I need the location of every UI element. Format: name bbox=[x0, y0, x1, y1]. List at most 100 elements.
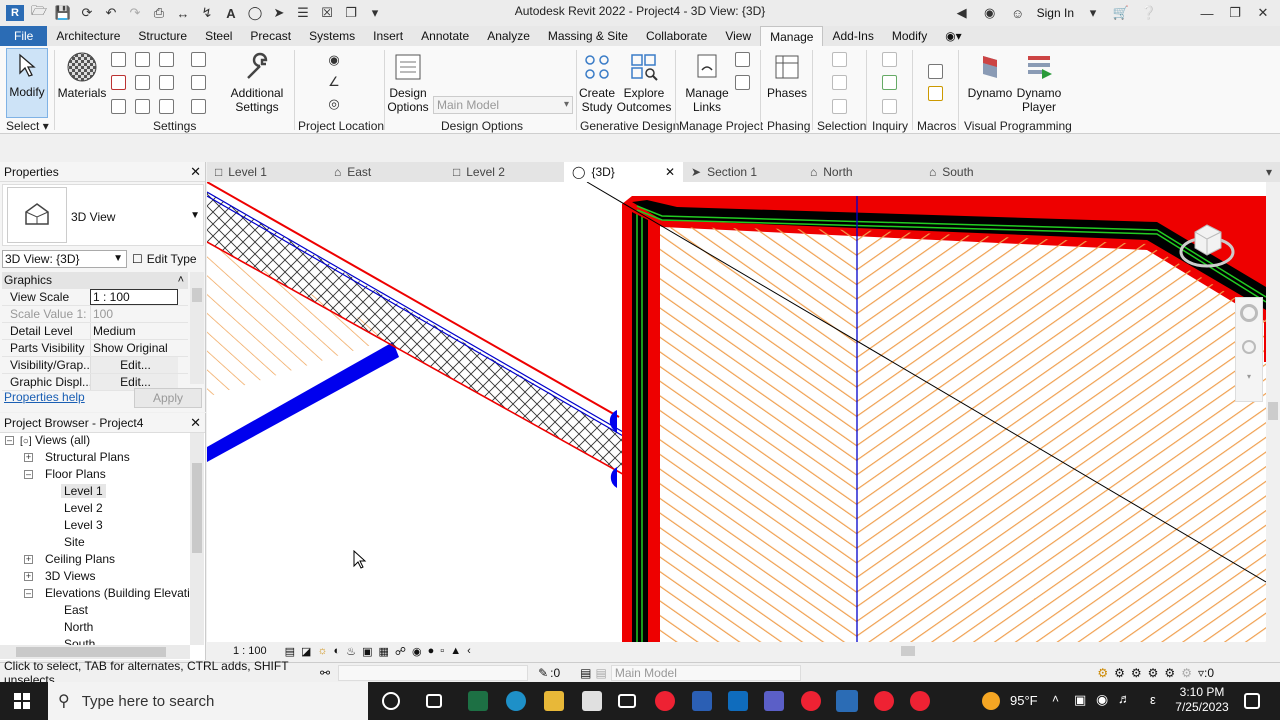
edit-selection-icon[interactable] bbox=[832, 99, 847, 114]
create-study-button[interactable]: Create Study bbox=[577, 50, 617, 114]
canvas-vscroll[interactable] bbox=[1266, 182, 1280, 642]
temp-hide-icon[interactable]: ◉ bbox=[412, 645, 422, 658]
chevron-left-icon[interactable]: ‹ bbox=[467, 645, 471, 657]
view-tab-section-1[interactable]: ➤ Section 1 bbox=[683, 162, 802, 182]
chrome-2-icon[interactable] bbox=[801, 691, 821, 711]
detail-level-icon[interactable]: ▤ bbox=[285, 645, 295, 658]
measure-icon[interactable]: ↔ bbox=[174, 5, 192, 21]
tab-add-ins[interactable]: Add-Ins bbox=[823, 26, 882, 46]
tree-level-3[interactable]: Level 3 bbox=[64, 518, 103, 532]
switch-windows-icon[interactable]: ❐ bbox=[342, 5, 360, 21]
tree-ceiling-plans[interactable]: Ceiling Plans bbox=[45, 552, 115, 566]
canvas-hscroll[interactable] bbox=[567, 644, 1252, 658]
tab-manage[interactable]: Manage bbox=[760, 26, 824, 46]
transfer-standards-icon[interactable] bbox=[135, 75, 150, 90]
expand-toggle[interactable]: + bbox=[24, 572, 33, 581]
tab-systems[interactable]: Systems bbox=[300, 26, 364, 46]
properties-help-link[interactable]: Properties help bbox=[4, 390, 85, 404]
scroll-thumb[interactable] bbox=[192, 463, 202, 553]
shared-parameters-icon[interactable] bbox=[159, 52, 174, 67]
phases-button[interactable]: Phases bbox=[766, 50, 808, 100]
workset-dropdown[interactable] bbox=[338, 664, 529, 681]
network-icon[interactable]: ▣ bbox=[1074, 692, 1086, 708]
windows-start-icon[interactable] bbox=[14, 693, 30, 709]
collapse-toggle[interactable]: – bbox=[24, 589, 33, 598]
location-icon[interactable]: ◉ bbox=[325, 52, 343, 68]
tab-structure[interactable]: Structure bbox=[129, 26, 196, 46]
view-tab-south[interactable]: ⌂ South bbox=[921, 162, 1040, 182]
main-model-status-icon[interactable]: ▤ bbox=[595, 666, 606, 680]
select-pinned-icon[interactable]: ⚙ bbox=[1131, 666, 1142, 680]
close-icon[interactable]: ✕ bbox=[1254, 5, 1272, 21]
tab-list-dropdown-icon[interactable]: ▾ bbox=[1258, 162, 1280, 182]
project-info-icon[interactable] bbox=[111, 52, 126, 67]
zoom-icon[interactable] bbox=[1242, 340, 1256, 354]
tree-structural-plans[interactable]: Structural Plans bbox=[45, 450, 130, 464]
save-icon[interactable]: 💾 bbox=[54, 5, 72, 21]
starting-view-icon[interactable] bbox=[735, 75, 750, 90]
object-styles-icon[interactable] bbox=[111, 99, 126, 114]
excel-icon[interactable] bbox=[468, 691, 488, 711]
background-processes-icon[interactable]: ⚙ bbox=[1181, 666, 1192, 680]
revit-logo-icon[interactable]: R bbox=[6, 5, 24, 21]
tab-massing-site[interactable]: Massing & Site bbox=[539, 26, 637, 46]
steering-wheel-icon[interactable] bbox=[1240, 304, 1258, 322]
nav-options-icon[interactable]: ▾ bbox=[1245, 372, 1253, 381]
manage-images-icon[interactable] bbox=[735, 52, 750, 67]
wifi-icon[interactable]: ◉ bbox=[1096, 691, 1108, 708]
scroll-thumb[interactable] bbox=[16, 647, 166, 657]
tree-south[interactable]: South bbox=[64, 637, 95, 645]
close-icon[interactable]: ✕ bbox=[190, 415, 201, 431]
macro-security-icon[interactable] bbox=[928, 86, 943, 101]
edge-icon[interactable] bbox=[506, 691, 526, 711]
prop-row-detail-level[interactable]: Detail Level Medium bbox=[2, 323, 188, 340]
chrome-4-icon[interactable] bbox=[910, 691, 930, 711]
visibility-edit-button[interactable]: Edit... bbox=[90, 357, 178, 373]
lock-3d-icon[interactable]: ☍ bbox=[395, 645, 406, 658]
section-icon[interactable]: ➤ bbox=[270, 5, 288, 21]
revit-taskbar-icon[interactable] bbox=[836, 690, 858, 712]
dynamo-player-button[interactable]: Dynamo Player bbox=[1014, 50, 1064, 114]
design-option-dropdown[interactable]: Main Model bbox=[610, 664, 801, 681]
clock[interactable]: 3:10 PM 7/25/2023 bbox=[1172, 685, 1232, 715]
prop-row-parts-visibility[interactable]: Parts Visibility Show Original bbox=[2, 340, 188, 357]
sign-in-link[interactable]: Sign In bbox=[1037, 6, 1074, 20]
tree-level-1[interactable]: Level 1 bbox=[61, 484, 106, 498]
view-instance-selector[interactable]: 3D View: {3D} ▼ bbox=[2, 250, 127, 268]
minimize-icon[interactable]: — bbox=[1198, 5, 1216, 21]
teams-icon[interactable] bbox=[764, 691, 784, 711]
temperature[interactable]: 95°F bbox=[1010, 693, 1038, 708]
structural-settings-icon[interactable] bbox=[159, 99, 174, 114]
view-tab-east[interactable]: ⌂ East bbox=[326, 162, 445, 182]
type-selector[interactable]: 3D View ▼ bbox=[2, 184, 204, 246]
dynamo-button[interactable]: Dynamo bbox=[966, 50, 1014, 100]
shadows-icon[interactable]: ◐ bbox=[334, 645, 341, 657]
notifications-icon[interactable] bbox=[1244, 693, 1260, 709]
editing-requests-icon[interactable]: ✎ bbox=[538, 666, 548, 680]
task-view-icon[interactable] bbox=[426, 694, 442, 708]
edit-type-button[interactable]: ☐ Edit Type bbox=[132, 250, 197, 268]
project-units-icon[interactable] bbox=[135, 99, 150, 114]
render-icon[interactable]: ♨ bbox=[346, 645, 356, 658]
tab-architecture[interactable]: Architecture bbox=[47, 26, 129, 46]
view-tab-north[interactable]: ⌂ North bbox=[802, 162, 921, 182]
word-icon[interactable] bbox=[692, 691, 712, 711]
view-scale[interactable]: 1 : 100 bbox=[233, 645, 267, 657]
user-icon[interactable]: ☺ bbox=[1009, 5, 1027, 21]
visual-style-icon[interactable]: ◪ bbox=[301, 645, 311, 658]
tree-east[interactable]: East bbox=[64, 603, 88, 617]
tab-modify[interactable]: Modify bbox=[883, 26, 936, 46]
view-tab-level-1[interactable]: □ Level 1 bbox=[207, 162, 326, 182]
scroll-thumb[interactable] bbox=[901, 646, 915, 656]
manage-links-button[interactable]: Manage Links bbox=[683, 50, 731, 114]
coordinates-icon[interactable]: ∠ bbox=[325, 74, 343, 90]
tab-annotate[interactable]: Annotate bbox=[412, 26, 478, 46]
explore-outcomes-button[interactable]: Explore Outcomes bbox=[617, 50, 671, 114]
print-icon[interactable]: ⎙ bbox=[150, 5, 168, 21]
save-selection-icon[interactable] bbox=[832, 52, 847, 67]
purge-icon[interactable] bbox=[159, 75, 174, 90]
design-options-status-icon[interactable]: ▤ bbox=[580, 666, 591, 680]
worksets-icon[interactable]: ⚯ bbox=[320, 666, 330, 680]
drawing-canvas[interactable]: ▾ bbox=[207, 182, 1266, 642]
dimension-icon[interactable]: ↯ bbox=[198, 5, 216, 21]
